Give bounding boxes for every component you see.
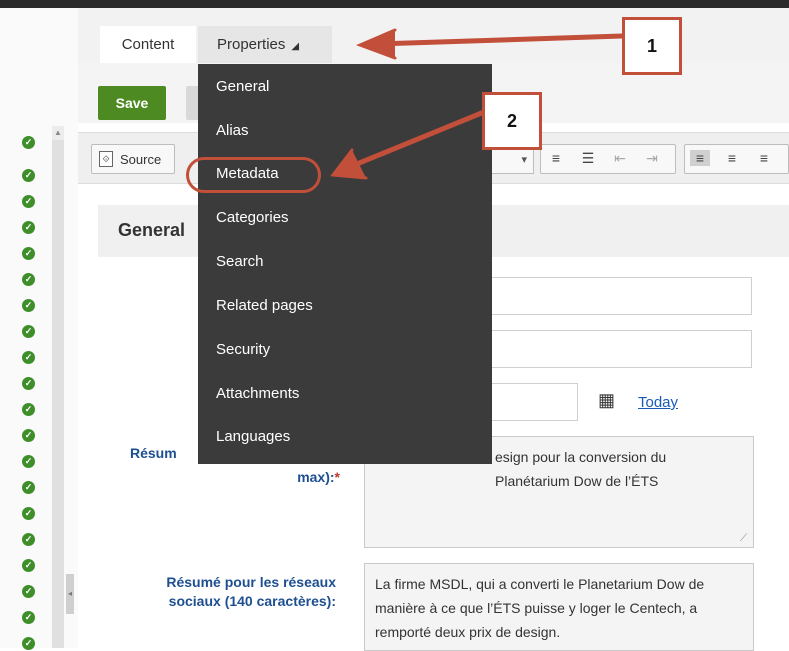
annotation-arrows <box>330 28 625 180</box>
arrow-1 <box>355 28 625 60</box>
callout-step-2: 2 <box>482 92 542 150</box>
callout-step-1: 1 <box>622 17 682 75</box>
arrow-2 <box>330 109 487 180</box>
